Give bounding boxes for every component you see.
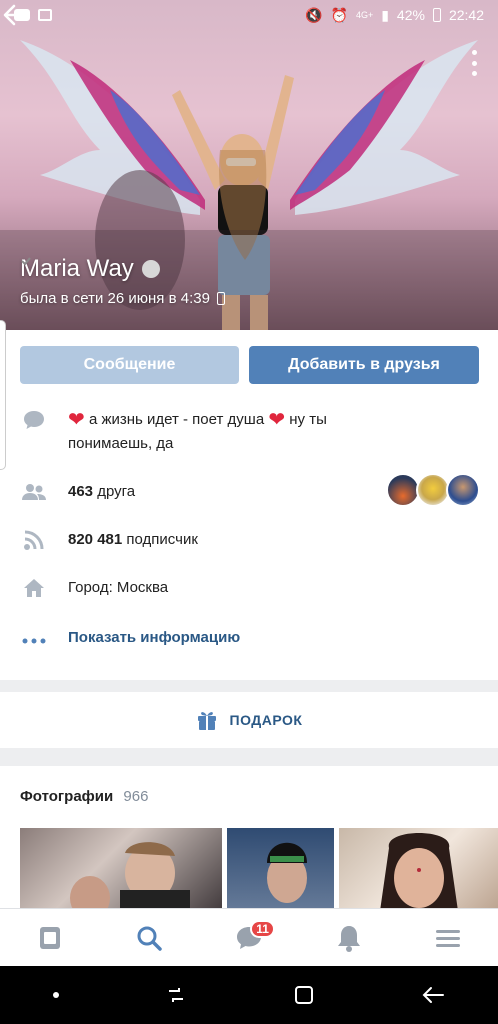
heart-icon: ❤ (68, 409, 85, 431)
friends-avatars[interactable] (386, 473, 480, 507)
avatar[interactable] (416, 473, 450, 507)
message-button[interactable]: Сообщение (20, 346, 239, 384)
search-icon (137, 926, 163, 951)
show-info-row[interactable]: Показать информацию (20, 629, 240, 653)
mobile-icon (216, 292, 225, 305)
followers-row[interactable]: 820 481 подписчик (20, 528, 198, 552)
system-navigation-bar (0, 966, 498, 1024)
status-row[interactable]: ❤ а жизнь идет - поет душа ❤ ну ты поним… (20, 408, 460, 456)
verified-icon[interactable] (21, 257, 160, 278)
recents-icon[interactable] (165, 984, 187, 1006)
gift-label: ПОДАРОК (229, 712, 303, 728)
followers-count: 820 481 (68, 531, 123, 548)
profile-name: Maria Way (20, 255, 134, 282)
profile-cover: 🔇 ⏰ 4G+ ▮ 42% 22:42 Maria Way была в сет… (0, 0, 498, 330)
photos-title: Фотографии (20, 788, 114, 805)
more-icon[interactable] (470, 50, 478, 76)
city: Город: Москва (68, 579, 169, 596)
profile-name-row: Maria Way (20, 255, 160, 283)
signal-icon: ▮ (381, 6, 389, 23)
photos-header[interactable]: Фотографии 966 (20, 788, 148, 805)
bell-icon (337, 925, 360, 952)
friends-icon (20, 480, 48, 504)
tab-news[interactable] (30, 918, 70, 958)
system-back-icon[interactable] (421, 984, 445, 1006)
messages-badge: 11 (250, 919, 275, 938)
city-row: Город: Москва (20, 576, 168, 600)
tab-messages[interactable]: 11 (229, 918, 275, 958)
dot-icon[interactable] (53, 992, 59, 998)
menu-icon (436, 929, 461, 947)
battery-level: 42% (396, 7, 425, 23)
status-bar: 🔇 ⏰ 4G+ ▮ 42% 22:42 (0, 0, 498, 30)
add-friend-button[interactable]: Добавить в друзья (249, 346, 479, 384)
avatar[interactable] (386, 473, 420, 507)
rss-icon (20, 528, 48, 552)
photos-section: Фотографии 966 (0, 766, 498, 918)
bottom-navigation: 11 (0, 908, 498, 966)
mute-icon: 🔇 (305, 6, 323, 23)
followers-word: подписчик (126, 531, 198, 548)
gift-button[interactable]: ПОДАРОК (0, 692, 498, 748)
back-icon[interactable] (0, 0, 30, 30)
battery-icon (432, 8, 441, 22)
avatar[interactable] (446, 473, 480, 507)
show-info-link[interactable]: Показать информацию (68, 629, 240, 646)
tab-search[interactable] (129, 918, 169, 958)
news-icon (39, 926, 60, 949)
dots-icon (20, 629, 48, 653)
heart-icon: ❤ (268, 409, 286, 431)
photo-thumbnail[interactable] (20, 828, 222, 918)
photo-thumbnail[interactable] (339, 828, 498, 918)
profile-info-card: Сообщение Добавить в друзья ❤ а жизнь ид… (0, 330, 498, 680)
friends-count: 463 (68, 483, 94, 500)
friends-word: друга (97, 483, 136, 500)
screen: 🔇 ⏰ 4G+ ▮ 42% 22:42 Maria Way была в сет… (0, 0, 498, 1024)
last-seen: была в сети 26 июня в 4:39 (20, 290, 210, 307)
last-seen-row: была в сети 26 июня в 4:39 (20, 290, 225, 307)
tab-notifications[interactable] (329, 918, 369, 958)
home-icon (20, 576, 48, 600)
home-button-icon[interactable] (293, 984, 315, 1006)
comment-icon (20, 408, 48, 432)
status-text-part1: а жизнь идет - поет душа (88, 411, 265, 428)
clipboard-icon (38, 9, 52, 21)
network-label: 4G+ (355, 10, 374, 20)
gift-icon (197, 712, 216, 730)
clock: 22:42 (448, 7, 484, 23)
alarm-icon: ⏰ (330, 6, 348, 23)
friends-row[interactable]: 463 друга (20, 480, 135, 504)
photo-thumbnail[interactable] (227, 828, 334, 918)
tab-menu[interactable] (428, 918, 468, 958)
side-drawer-handle[interactable] (0, 320, 6, 470)
photos-count: 966 (123, 788, 149, 805)
